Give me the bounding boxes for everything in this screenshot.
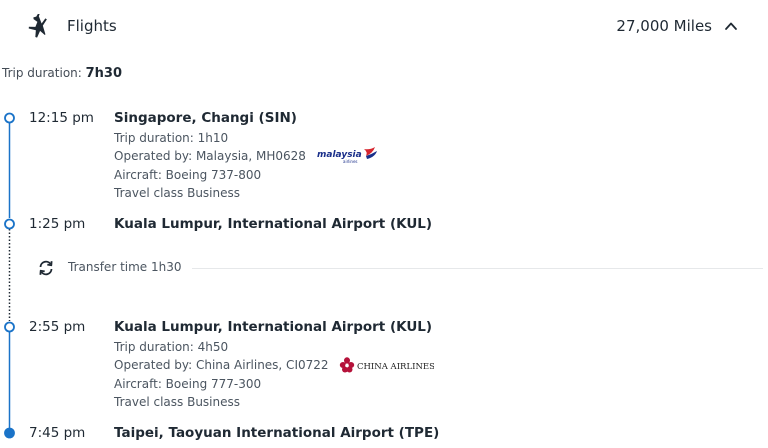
total-trip-duration: Trip duration: 7h30 — [2, 66, 122, 81]
segment-2-arrival-time: 7:45 pm — [29, 425, 86, 441]
segment-2-operated-by: Operated by: China Airlines, CI0722 — [114, 358, 329, 372]
timeline-node-arrival-2 — [4, 427, 15, 439]
segment-1-travel-class: Travel class Business — [114, 186, 241, 200]
malaysia-logo-subtext: airlines — [343, 159, 358, 164]
segment-2-departure-time: 2:55 pm — [29, 319, 86, 335]
segment-2-trip-duration: Trip duration: 4h50 — [114, 340, 229, 354]
transfer-icon — [39, 260, 53, 276]
flights-title: Flights — [67, 17, 117, 35]
trip-duration-value: 7h30 — [85, 66, 123, 81]
segment-2-arrival-airport: Taipei, Taoyuan International Airport (T… — [114, 425, 440, 441]
segment-2-travel-class: Travel class Business — [114, 395, 241, 409]
airplane-icon — [28, 14, 47, 38]
segment-1-trip-duration: Trip duration: 1h10 — [114, 131, 229, 145]
segment-2-aircraft: Aircraft: Boeing 777-300 — [114, 377, 262, 391]
segment-2-departure-airport: Kuala Lumpur, International Airport (KUL… — [114, 319, 433, 335]
transfer-time: Transfer time 1h30 — [68, 260, 182, 274]
segment-1-aircraft: Aircraft: Boeing 737-800 — [114, 168, 262, 182]
segment-1-arrival-airport: Kuala Lumpur, International Airport (KUL… — [114, 216, 433, 232]
timeline-node-departure-2 — [4, 321, 15, 333]
timeline-node-departure-1 — [4, 112, 15, 124]
segment-1-departure-airport: Singapore, Changi (SIN) — [114, 110, 297, 126]
segment-1-departure-time: 12:15 pm — [29, 110, 94, 126]
segment-1-arrival-time: 1:25 pm — [29, 216, 86, 232]
malaysia-airlines-logo: malaysia airlines — [317, 146, 379, 164]
china-airlines-logo: CHINA AIRLINES — [339, 356, 435, 374]
transfer-divider — [192, 268, 763, 269]
itinerary-timeline — [4, 112, 15, 439]
timeline-node-arrival-1 — [4, 218, 15, 230]
flights-header[interactable]: Flights 27,000 Miles — [0, 0, 768, 52]
chevron-up-icon[interactable] — [724, 19, 738, 33]
miles-value: 27,000 Miles — [616, 17, 712, 35]
segment-1-operated-by: Operated by: Malaysia, MH0628 — [114, 149, 306, 163]
china-airlines-logo-text: CHINA AIRLINES — [357, 362, 434, 372]
